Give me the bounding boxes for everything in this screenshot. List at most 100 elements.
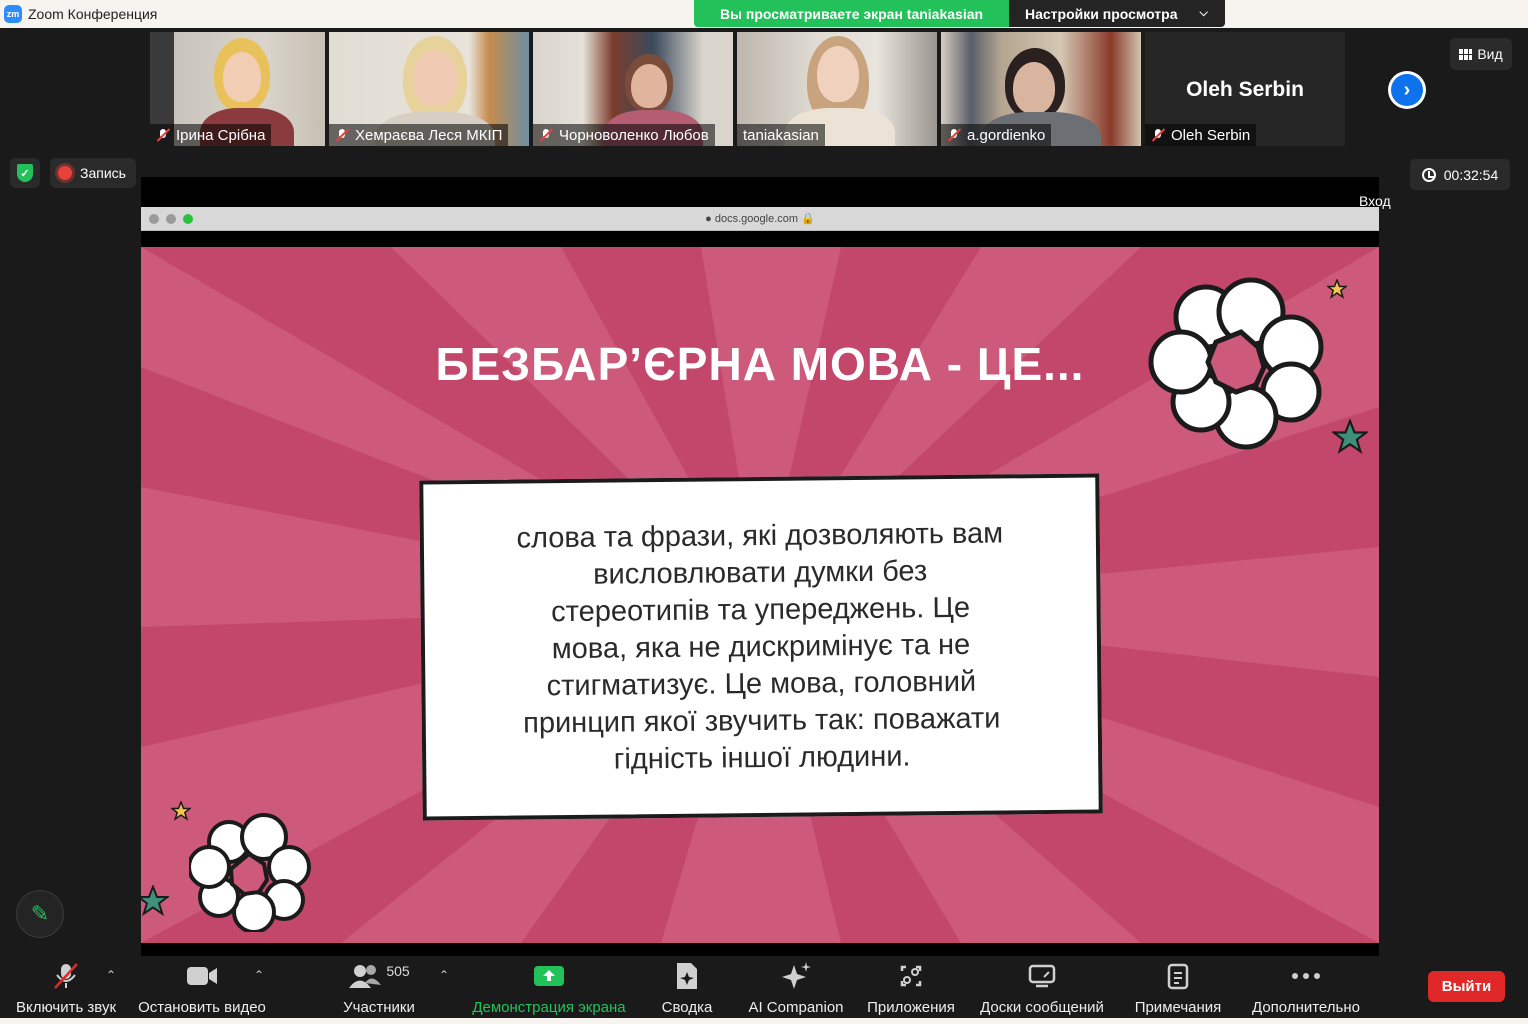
- leave-meeting-button[interactable]: Выйти: [1428, 971, 1505, 1002]
- participant-tile[interactable]: Хемраєва Леся МКІП: [329, 32, 529, 146]
- viewing-screen-label: Вы просматриваете экран taniakasian: [694, 0, 1009, 27]
- summary-icon: [670, 961, 704, 991]
- participant-name: taniakasian: [743, 126, 819, 144]
- participant-tile[interactable]: a.gordienko: [941, 32, 1141, 146]
- browser-toolbar: ● docs.google.com 🔒: [141, 207, 1379, 231]
- summary-label: Сводка: [661, 999, 713, 1016]
- whiteboards-button[interactable]: Доски сообщений: [974, 956, 1110, 1024]
- meeting-stage: Ірина Срібна Хемраєва Леся МКІП Чорновол…: [0, 28, 1528, 982]
- view-options-dropdown[interactable]: Настройки просмотра ⌵: [1009, 0, 1225, 27]
- meeting-timer: 00:32:54: [1410, 159, 1510, 190]
- slide-body-line: стигматизує. Це мова, головний: [546, 665, 977, 702]
- participants-count: 505: [386, 963, 410, 979]
- ai-companion-button[interactable]: AI Companion: [744, 956, 848, 1024]
- window-title: Zoom Конференция: [28, 6, 158, 22]
- participants-icon: 505: [344, 961, 414, 991]
- notes-label: Примечания: [1134, 999, 1222, 1016]
- unmute-button[interactable]: Включить звук: [8, 956, 124, 1024]
- microphone-muted-icon: [947, 128, 961, 142]
- participant-tile[interactable]: Oleh Serbin Oleh Serbin: [1145, 32, 1345, 146]
- participant-name: Oleh Serbin: [1171, 126, 1251, 144]
- participants-options-caret-icon[interactable]: ⌃: [439, 968, 449, 982]
- participants-button[interactable]: 505 Участники: [330, 956, 428, 1024]
- notes-icon: [1161, 961, 1195, 991]
- browser-url: ● docs.google.com 🔒: [141, 212, 1379, 225]
- slide-body-line: стереотипів та упереджень. Це: [551, 591, 971, 628]
- meeting-toolbar: Включить звук ⌃ Остановить видео ⌃ 505 У…: [0, 956, 1528, 1024]
- chevron-right-icon: ›: [1391, 74, 1423, 106]
- apps-icon: [894, 961, 928, 991]
- slide-body-line: принцип якої звучить так: поважати: [523, 701, 1001, 739]
- unmute-label: Включить звук: [15, 999, 117, 1016]
- participant-name: Чорноволенко Любов: [559, 126, 709, 144]
- url-text: docs.google.com: [714, 213, 799, 225]
- stop-video-button[interactable]: Остановить видео: [134, 956, 270, 1024]
- star-icon: [1332, 419, 1368, 455]
- share-screen-button[interactable]: Демонстрация экрана: [466, 956, 632, 1024]
- flower-decoration-icon: [1148, 277, 1324, 450]
- slide-body-text: слова та фрази, які дозволяють вам висло…: [516, 515, 1005, 779]
- participant-name-tag: taniakasian: [737, 124, 825, 146]
- slide-body-line: гідність іншої людини.: [613, 739, 911, 776]
- pencil-icon: ✎: [30, 901, 50, 926]
- share-screen-label: Демонстрация экрана: [472, 999, 626, 1016]
- ai-companion-label: AI Companion: [748, 999, 844, 1016]
- gallery-grid-icon: [1459, 48, 1473, 60]
- annotate-pencil-button[interactable]: ✎: [16, 890, 64, 938]
- participants-label: Участники: [343, 999, 415, 1016]
- video-camera-icon: [185, 961, 219, 991]
- participant-name-tag: Хемраєва Леся МКІП: [329, 124, 509, 146]
- more-dots-icon: [1289, 961, 1323, 991]
- window-bottom-edge: [0, 1018, 1528, 1024]
- globe-icon: ●: [705, 213, 712, 225]
- chevron-down-icon: ⌵: [1199, 7, 1208, 19]
- recording-label: Запись: [80, 165, 126, 181]
- shared-screen: Вход ● docs.google.com 🔒 БЕЗБАР’ЄРНА МОВ…: [141, 177, 1391, 982]
- view-button-label: Вид: [1477, 46, 1503, 62]
- summary-button[interactable]: Сводка: [650, 956, 724, 1024]
- slide-text-box: слова та фрази, які дозволяють вам висло…: [419, 473, 1103, 821]
- presentation-slide: БЕЗБАР’ЄРНА МОВА - ЦЕ... слова та фрази,…: [141, 247, 1379, 943]
- slide-body-line: слова та фрази, які дозволяють вам: [516, 516, 1004, 555]
- video-options-caret-icon[interactable]: ⌃: [254, 968, 264, 982]
- zoom-logo-icon: zm: [4, 5, 22, 23]
- slide-body-line: мова, яка не дискримінує та не: [551, 628, 971, 665]
- star-icon: [141, 885, 169, 917]
- participant-name: a.gordienko: [967, 126, 1046, 144]
- slide-body-line: висловлювати думки без: [593, 554, 928, 591]
- microphone-muted-icon: [49, 961, 83, 991]
- lock-icon: 🔒: [801, 213, 815, 225]
- more-button[interactable]: Дополнительно: [1244, 956, 1368, 1024]
- recording-indicator[interactable]: Запись: [50, 158, 136, 188]
- whiteboards-label: Доски сообщений: [980, 999, 1104, 1016]
- share-screen-icon: [532, 961, 566, 991]
- whiteboard-icon: [1025, 961, 1059, 991]
- more-label: Дополнительно: [1252, 999, 1360, 1016]
- star-icon: [171, 801, 191, 821]
- audio-options-caret-icon[interactable]: ⌃: [106, 968, 116, 982]
- sparkle-icon: [779, 961, 813, 991]
- notes-button[interactable]: Примечания: [1128, 956, 1228, 1024]
- shield-check-icon: ✓: [17, 164, 33, 182]
- participant-name-tag: Ірина Срібна: [150, 124, 272, 146]
- screen-share-banner: Вы просматриваете экран taniakasian Наст…: [694, 0, 1225, 27]
- clock-icon: [1421, 167, 1436, 182]
- next-page-button[interactable]: ›: [1388, 71, 1426, 109]
- security-indicator[interactable]: ✓: [10, 158, 40, 188]
- microphone-muted-icon: [156, 128, 170, 142]
- participant-tile[interactable]: Ірина Срібна: [150, 32, 325, 146]
- video-strip: Ірина Срібна Хемраєва Леся МКІП Чорновол…: [150, 32, 1345, 146]
- participant-display-name: Oleh Serbin: [1186, 78, 1304, 101]
- apps-button[interactable]: Приложения: [862, 956, 960, 1024]
- apps-label: Приложения: [867, 999, 955, 1016]
- view-button[interactable]: Вид: [1450, 38, 1512, 70]
- participant-tile-active[interactable]: taniakasian: [737, 32, 937, 146]
- microphone-muted-icon: [1151, 128, 1165, 142]
- participant-tile[interactable]: Чорноволенко Любов: [533, 32, 733, 146]
- microphone-muted-icon: [335, 128, 349, 142]
- microphone-muted-icon: [539, 128, 553, 142]
- stop-video-label: Остановить видео: [138, 999, 266, 1016]
- star-icon: [1327, 279, 1347, 299]
- participant-name-tag: a.gordienko: [941, 124, 1052, 146]
- participant-name: Ірина Срібна: [176, 126, 266, 144]
